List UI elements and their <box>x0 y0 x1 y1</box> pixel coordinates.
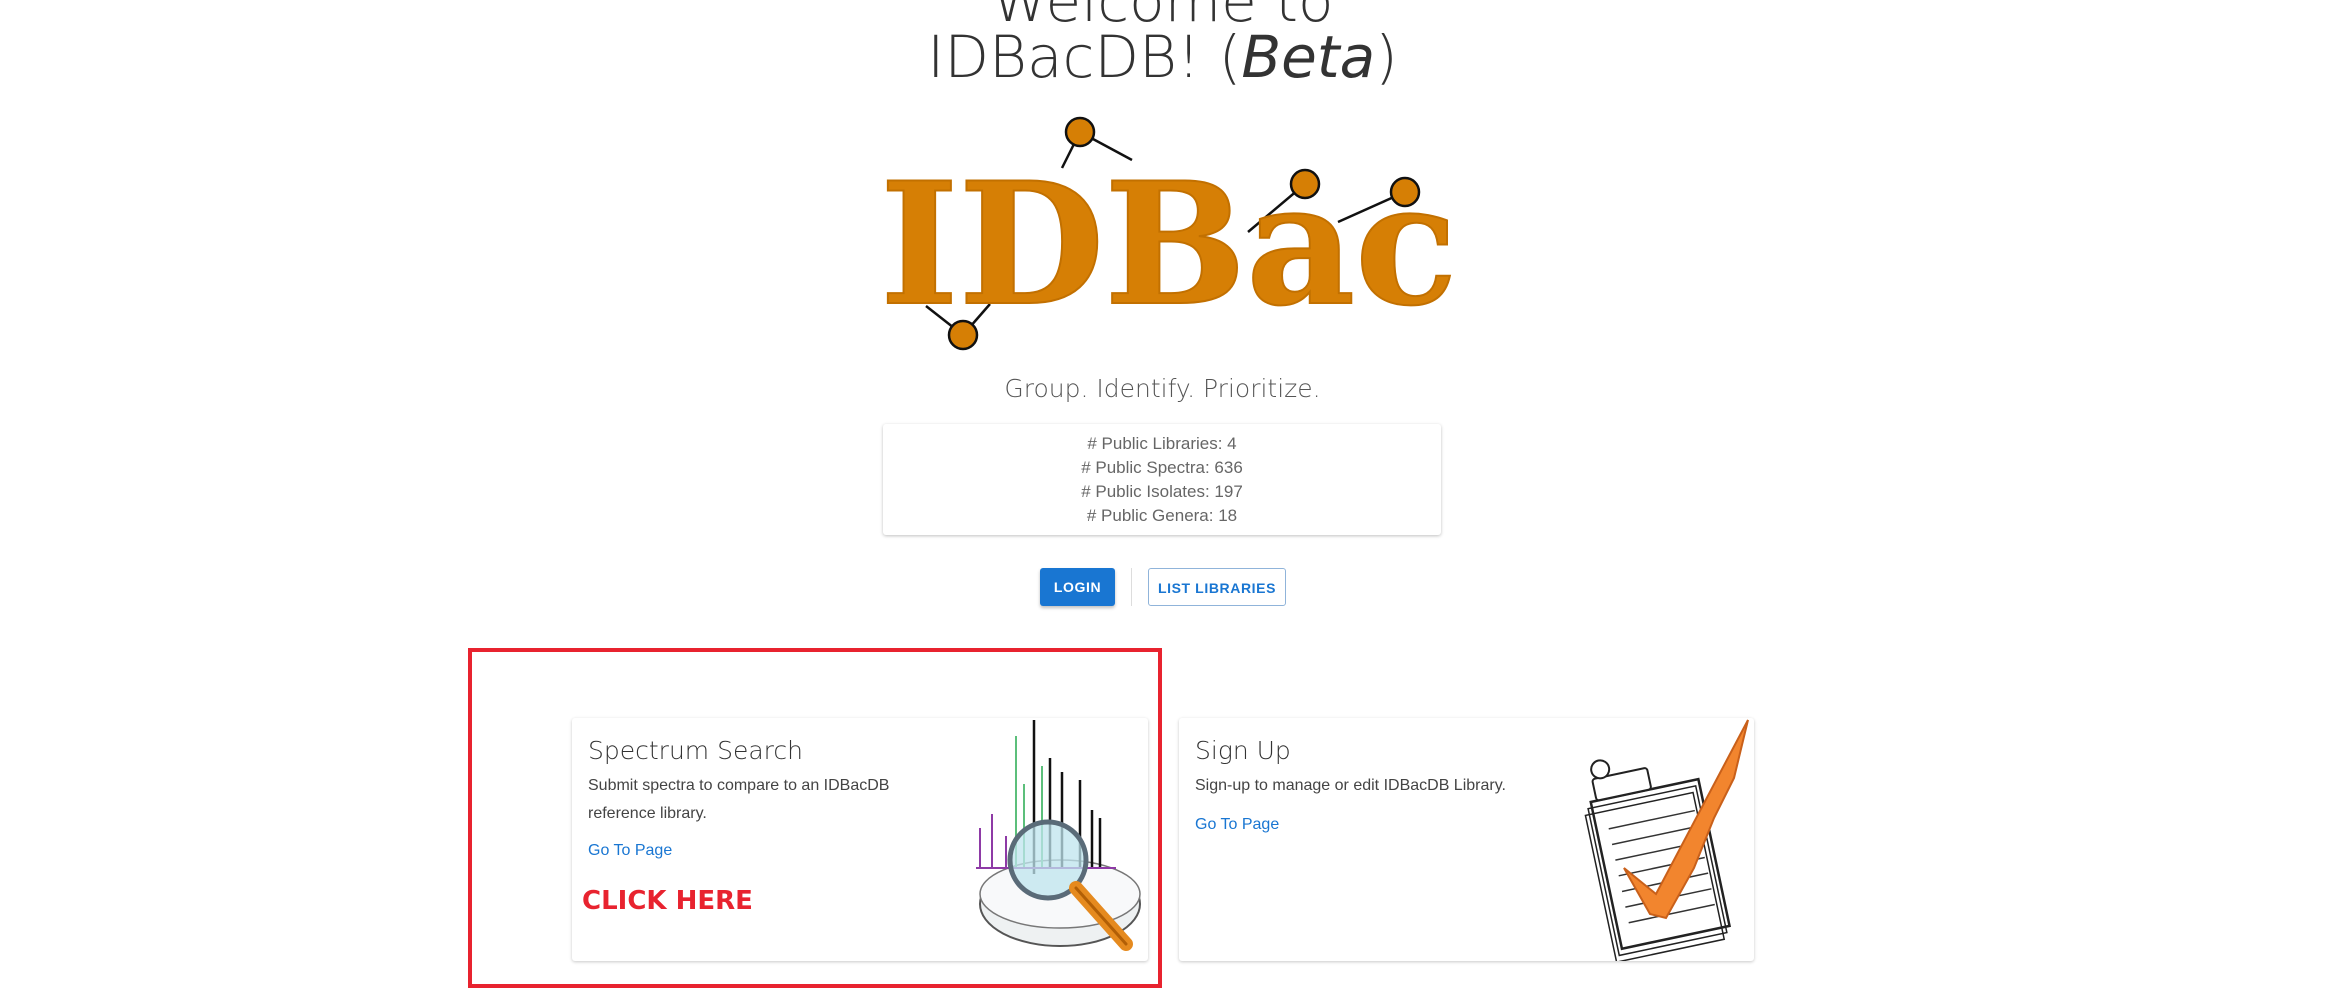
spectrum-search-description: Submit spectra to compare to an IDBacDB … <box>588 777 890 822</box>
sign-up-card[interactable]: Sign Up Sign-up to manage or edit IDBacD… <box>1179 718 1754 961</box>
click-here-annotation: CLICK HERE <box>582 886 753 916</box>
stat-public-spectra: # Public Spectra: 636 <box>1081 458 1243 477</box>
spectrum-search-go-to-page-link[interactable]: Go To Page <box>588 842 672 860</box>
idbac-logo: IDBac <box>860 108 1500 358</box>
login-button[interactable]: LOGIN <box>1040 568 1115 606</box>
welcome-prefix: IDBacDB! ( <box>927 23 1242 91</box>
public-stats-card: # Public Libraries: 4 # Public Spectra: … <box>883 424 1441 535</box>
tagline: Group. Identify. Prioritize. <box>1004 374 1321 403</box>
spectrum-search-title: Spectrum Search <box>588 736 803 765</box>
button-divider <box>1131 568 1132 606</box>
stat-public-genera: # Public Genera: 18 <box>1086 506 1238 525</box>
sign-up-description: Sign-up to manage or edit IDBacDB Librar… <box>1195 777 1506 794</box>
sign-up-go-to-page-link[interactable]: Go To Page <box>1195 816 1279 834</box>
sign-up-title: Sign Up <box>1195 736 1291 765</box>
signup-clipboard-check-icon <box>1584 718 1754 961</box>
logo-text: IDBac <box>880 145 1457 343</box>
stat-public-libraries: # Public Libraries: 4 <box>1087 434 1237 453</box>
list-libraries-button[interactable]: LIST LIBRARIES <box>1148 568 1286 606</box>
spectrum-search-card[interactable]: Spectrum Search Submit spectra to compar… <box>572 718 1148 961</box>
magnifier-spectrum-icon <box>972 718 1148 961</box>
welcome-suffix: ) <box>1375 23 1398 91</box>
welcome-heading-line2: IDBacDB! (Beta) <box>0 28 2325 86</box>
stat-public-isolates: # Public Isolates: 197 <box>1081 482 1243 501</box>
welcome-beta: Beta <box>1241 23 1376 91</box>
